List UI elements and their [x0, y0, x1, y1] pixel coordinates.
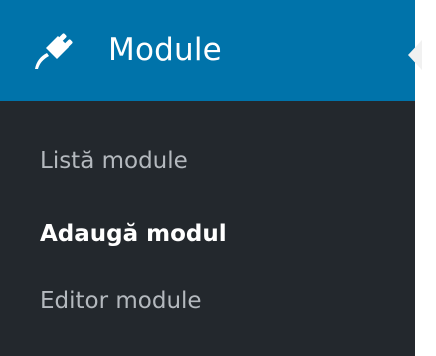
plugin-icon [32, 31, 74, 73]
menu-panel: Module Listă module Adaugă modul Editor … [0, 0, 422, 356]
submenu-item-editor-module[interactable]: Editor module [40, 287, 202, 315]
current-menu-arrow [408, 40, 422, 70]
submenu-item-adauga-modul[interactable]: Adaugă modul [40, 220, 227, 248]
admin-menu: Module Listă module Adaugă modul Editor … [0, 0, 436, 356]
menu-header-module[interactable]: Module [0, 0, 415, 101]
menu-header-label: Module [108, 32, 222, 68]
submenu-item-lista-module[interactable]: Listă module [40, 147, 188, 175]
